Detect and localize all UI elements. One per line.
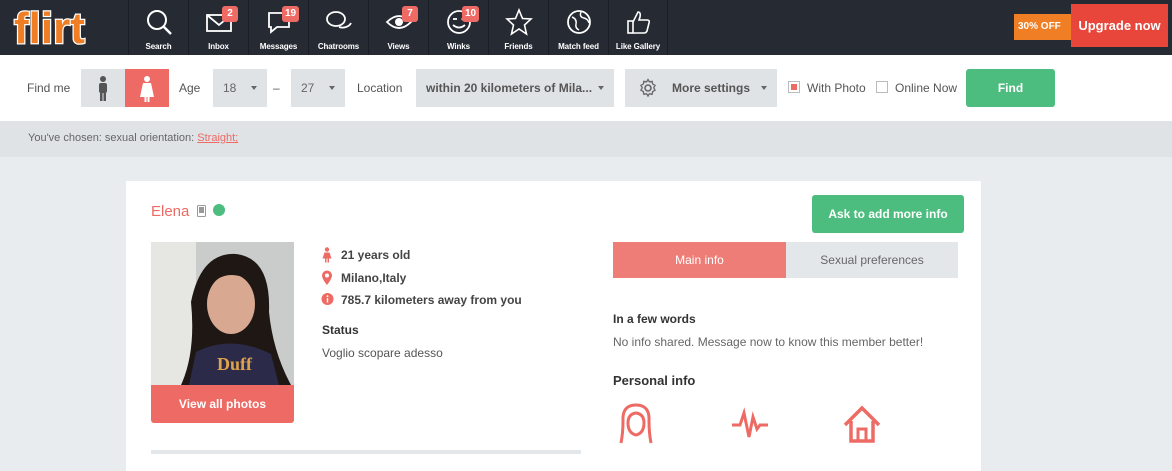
female-toggle[interactable]	[125, 69, 169, 107]
nav-friends[interactable]: Friends	[488, 0, 548, 55]
chosen-filters-bar: You've chosen: sexual orientation: Strai…	[0, 121, 1172, 157]
globe-icon	[567, 10, 591, 34]
nav-label: Views	[387, 42, 410, 51]
profile-name[interactable]: Elena	[151, 203, 189, 220]
nav-label: Match feed	[558, 42, 599, 51]
personal-info-heading: Personal info	[613, 373, 696, 388]
home-icon	[843, 405, 881, 443]
location-value: within 20 kilometers of Mila...	[426, 81, 593, 95]
nav-messages[interactable]: 19 Messages	[248, 0, 308, 55]
tab-sexual-preferences[interactable]: Sexual preferences	[786, 242, 958, 278]
inbox-badge: 2	[222, 6, 238, 22]
info-icon	[321, 293, 334, 305]
nav-label: Like Gallery	[615, 42, 661, 51]
distance-text: 785.7 kilometers away from you	[341, 293, 522, 307]
nav-label: Messages	[259, 42, 298, 51]
male-icon	[99, 76, 107, 101]
flirt-logo[interactable]: flirt	[12, 3, 104, 51]
nav-inbox[interactable]: 2 Inbox	[188, 0, 248, 55]
profile-card: Elena Ask to add more info Duff View all…	[126, 181, 981, 471]
nav-match-feed[interactable]: Match feed	[548, 0, 608, 55]
age-text: 21 years old	[341, 248, 411, 262]
star-icon	[505, 8, 533, 36]
hair-icon	[619, 403, 653, 444]
photo-thumbnails-strip	[151, 450, 581, 454]
ask-more-info-button[interactable]: Ask to add more info	[812, 195, 964, 233]
more-settings-label: More settings	[672, 81, 751, 95]
online-now-checkbox[interactable]	[876, 81, 888, 93]
chevron-down-icon	[251, 86, 257, 90]
with-photo-label: With Photo	[807, 81, 866, 95]
nav-search[interactable]: Search	[128, 0, 188, 55]
messages-badge: 19	[282, 6, 300, 22]
nav-views[interactable]: 7 Views	[368, 0, 428, 55]
nav-chatrooms[interactable]: Chatrooms	[308, 0, 368, 55]
nav-label: Search	[145, 42, 172, 51]
age-info: 21 years old	[321, 247, 411, 263]
chevron-down-icon	[329, 86, 335, 90]
nav-winks[interactable]: 10 Winks	[428, 0, 488, 55]
nav-label: Friends	[504, 42, 533, 51]
top-navigation: flirt Search 2 Inbox 19 Messages Chatroo…	[0, 0, 1172, 55]
mobile-phone-icon	[197, 205, 206, 217]
gear-icon	[640, 78, 656, 98]
thumbs-up-icon	[627, 11, 651, 34]
distance-info: 785.7 kilometers away from you	[321, 293, 522, 307]
online-now-label: Online Now	[895, 81, 958, 95]
views-badge: 7	[402, 6, 418, 22]
heartbeat-icon	[732, 407, 768, 438]
upgrade-button[interactable]: Upgrade now	[1071, 4, 1168, 47]
profile-photo-image: Duff	[151, 242, 294, 385]
age-label: Age	[179, 81, 201, 95]
find-me-label: Find me	[27, 81, 71, 95]
few-words-heading: In a few words	[613, 312, 696, 326]
online-status-dot	[213, 204, 225, 216]
search-filter-bar: Find me Age 18 – 27 Location within 20 k…	[0, 55, 1172, 121]
with-photo-checkbox[interactable]	[788, 81, 800, 93]
age-max-select[interactable]: 27	[291, 69, 345, 107]
male-toggle[interactable]	[81, 69, 125, 107]
svg-text:Duff: Duff	[217, 354, 253, 374]
orientation-link[interactable]: Straight;	[197, 132, 238, 144]
chevron-down-icon	[761, 86, 767, 90]
status-heading: Status	[322, 323, 359, 337]
location-label: Location	[357, 81, 403, 95]
age-min-value: 18	[223, 81, 237, 95]
chat-bubbles-icon	[326, 11, 352, 29]
age-min-select[interactable]: 18	[213, 69, 267, 107]
svg-text:flirt: flirt	[14, 4, 85, 51]
female-icon	[140, 76, 154, 102]
more-settings-select[interactable]: More settings	[625, 69, 777, 107]
tab-main-info[interactable]: Main info	[613, 242, 786, 278]
discount-tag: 30% OFF	[1014, 14, 1086, 40]
search-icon	[147, 10, 172, 35]
location-text: Milano,Italy	[341, 271, 407, 285]
location-info: Milano,Italy	[321, 270, 407, 285]
nav-label: Chatrooms	[317, 42, 360, 51]
few-words-text: No info shared. Message now to know this…	[613, 335, 924, 349]
nav-like-gallery[interactable]: Like Gallery	[608, 0, 668, 55]
view-all-photos-button[interactable]: View all photos	[151, 385, 294, 423]
female-icon	[322, 247, 332, 263]
chosen-prefix: You've chosen: sexual orientation:	[28, 132, 198, 144]
location-pin-icon	[322, 270, 332, 285]
profile-photo[interactable]: Duff	[151, 242, 294, 385]
age-max-value: 27	[301, 81, 315, 95]
age-dash: –	[273, 81, 280, 95]
find-button[interactable]: Find	[966, 69, 1055, 107]
winks-badge: 10	[462, 6, 480, 22]
chevron-down-icon	[598, 86, 604, 90]
status-text: Voglio scopare adesso	[322, 346, 443, 360]
nav-label: Winks	[447, 42, 470, 51]
location-select[interactable]: within 20 kilometers of Mila...	[416, 69, 614, 107]
nav-label: Inbox	[208, 42, 229, 51]
